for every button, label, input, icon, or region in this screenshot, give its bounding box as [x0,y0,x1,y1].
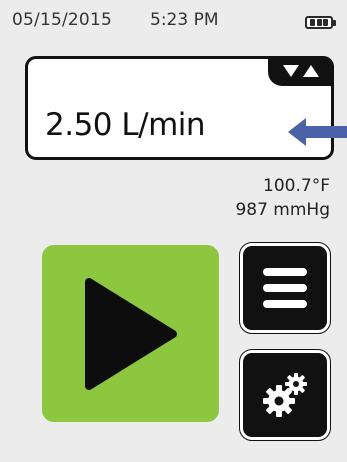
temperature-reading: 100.7°F [263,176,330,196]
status-time: 5:23 PM [150,10,219,30]
status-bar: 05/15/2015 5:23 PM [0,0,347,44]
device-screen: 05/15/2015 5:23 PM 2.50 L/min 100.7°F 98… [0,0,347,462]
play-icon [84,277,177,390]
menu-icon [263,268,307,308]
settings-button[interactable] [239,349,331,441]
start-button[interactable] [42,245,219,422]
triangle-down-icon[interactable] [283,65,299,77]
menu-button[interactable] [239,242,331,334]
pressure-reading: 987 mmHg [235,200,330,220]
ambient-readings: 100.7°F 987 mmHg [235,174,330,222]
gears-icon [263,373,307,417]
flow-adjust-tab[interactable] [268,56,334,86]
status-date: 05/15/2015 [12,10,112,30]
flow-rate-value: 2.50 L/min [45,107,206,143]
battery-icon [305,16,336,29]
pointer-arrow-icon [288,118,347,146]
triangle-up-icon[interactable] [303,65,319,77]
